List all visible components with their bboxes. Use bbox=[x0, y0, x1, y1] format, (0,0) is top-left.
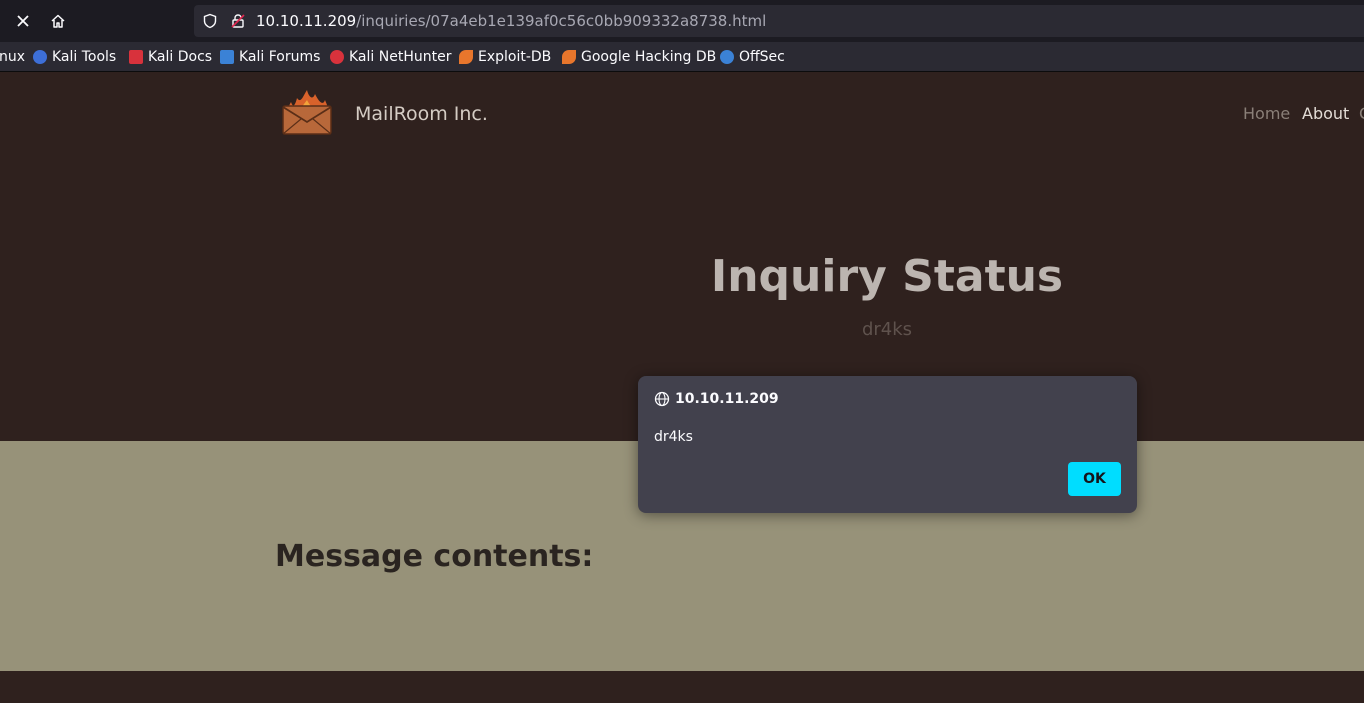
message-heading: Message contents: bbox=[275, 539, 594, 574]
envelope-logo-icon[interactable] bbox=[279, 88, 335, 136]
lock-icon[interactable] bbox=[230, 13, 246, 29]
bookmark-ghdb[interactable]: Google Hacking DB bbox=[562, 48, 716, 66]
bookmark-label: Kali Docs bbox=[148, 49, 213, 65]
page-title: Inquiry Status bbox=[710, 251, 1064, 302]
dialog-origin: 10.10.11.209 bbox=[675, 391, 779, 407]
bookmark-label: Exploit-DB bbox=[478, 49, 552, 65]
bookmark-label: Kali Tools bbox=[52, 49, 117, 65]
dialog-header: 10.10.11.209 bbox=[654, 391, 779, 407]
page-subtitle: dr4ks bbox=[861, 319, 913, 340]
nav-home-link[interactable]: Home bbox=[1243, 104, 1290, 123]
url-host: 10.10.11.209 bbox=[256, 12, 357, 30]
ghdb-icon bbox=[562, 50, 576, 64]
bookmark-kali-tools[interactable]: Kali Tools bbox=[33, 48, 116, 66]
globe-icon bbox=[654, 391, 670, 407]
bookmark-label: Kali NetHunter bbox=[349, 49, 452, 65]
bookmark-label: Google Hacking DB bbox=[581, 49, 717, 65]
bookmark-label: OffSec bbox=[739, 49, 785, 65]
alert-dialog: 10.10.11.209 dr4ks OK bbox=[638, 376, 1137, 513]
shield-icon[interactable] bbox=[202, 13, 218, 29]
nav-about-link[interactable]: About bbox=[1302, 104, 1349, 123]
bookmark-label: nux bbox=[0, 49, 26, 65]
bookmarks-bar: nux Kali Tools Kali Docs Kali Forums Kal… bbox=[0, 42, 1364, 72]
close-icon[interactable] bbox=[11, 9, 35, 33]
kali-docs-icon bbox=[129, 50, 143, 64]
browser-toolbar: 10.10.11.209/inquiries/07a4eb1e139af0c56… bbox=[0, 0, 1364, 42]
bookmark-linux[interactable]: nux bbox=[0, 48, 25, 66]
offsec-icon bbox=[720, 50, 734, 64]
bookmark-exploit-db[interactable]: Exploit-DB bbox=[459, 48, 551, 66]
bookmark-offsec[interactable]: OffSec bbox=[720, 48, 785, 66]
dialog-message: dr4ks bbox=[654, 429, 693, 445]
brand-name[interactable]: MailRoom Inc. bbox=[355, 103, 488, 125]
address-bar[interactable]: 10.10.11.209/inquiries/07a4eb1e139af0c56… bbox=[194, 5, 1364, 37]
url-path: /inquiries/07a4eb1e139af0c56c0bb909332a8… bbox=[356, 12, 767, 30]
kali-tools-icon bbox=[33, 50, 47, 64]
bookmark-kali-docs[interactable]: Kali Docs bbox=[129, 48, 212, 66]
footer bbox=[0, 671, 1364, 703]
bookmark-kali-forums[interactable]: Kali Forums bbox=[220, 48, 320, 66]
exploit-db-icon bbox=[459, 50, 473, 64]
nav-contact-link[interactable]: C bbox=[1359, 104, 1364, 123]
kali-forums-icon bbox=[220, 50, 234, 64]
bookmark-kali-nethunter[interactable]: Kali NetHunter bbox=[330, 48, 451, 66]
url-text[interactable]: 10.10.11.209/inquiries/07a4eb1e139af0c56… bbox=[256, 12, 766, 30]
nethunter-icon bbox=[330, 50, 344, 64]
home-icon[interactable] bbox=[46, 9, 70, 33]
bookmark-label: Kali Forums bbox=[239, 49, 321, 65]
ok-button[interactable]: OK bbox=[1068, 462, 1121, 496]
